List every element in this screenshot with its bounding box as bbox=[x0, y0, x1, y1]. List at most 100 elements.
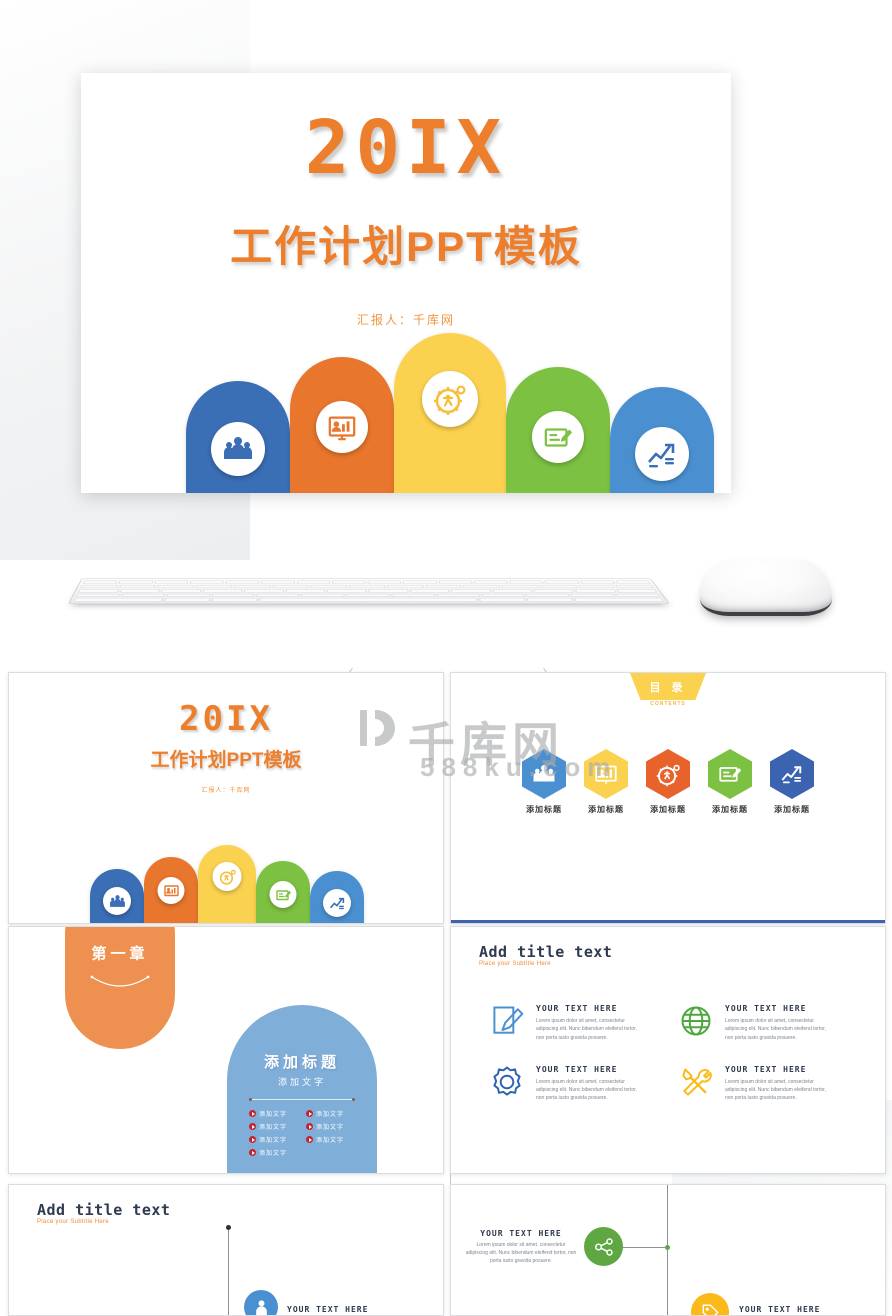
share-icon bbox=[593, 1236, 615, 1258]
cover-bubble-people bbox=[103, 887, 131, 915]
toc-item-2[interactable]: 添加标题 bbox=[583, 749, 629, 815]
timeline-right-bottom-text: YOUR TEXT HERE bbox=[739, 1305, 820, 1314]
toc-item-label: 添加标题 bbox=[769, 804, 815, 815]
timeline-axis bbox=[667, 1185, 668, 1315]
hero-reporter: 汇报人：千库网 bbox=[81, 311, 731, 328]
presentation-chart-icon bbox=[163, 883, 179, 899]
quad-cell[interactable]: YOUR TEXT HERE Lorem ipsum dolor sit ame… bbox=[487, 1062, 676, 1103]
mouse-image bbox=[700, 560, 832, 616]
bullet-item[interactable]: 添加文字 bbox=[249, 1135, 306, 1144]
quad-title: Add title text bbox=[479, 943, 612, 961]
quad-cell[interactable]: YOUR TEXT HERE Lorem ipsum dolor sit ame… bbox=[676, 1001, 865, 1042]
quad-heading: YOUR TEXT HERE bbox=[725, 1065, 830, 1074]
bullet-item[interactable]: 添加文字 bbox=[306, 1109, 363, 1118]
bullet-item[interactable]: 添加文字 bbox=[306, 1122, 363, 1131]
toc-item-1[interactable]: 添加标题 bbox=[521, 749, 567, 815]
timeline-heading: YOUR TEXT HERE bbox=[465, 1229, 577, 1238]
chapter-panel: 添加标题 添加文字 添加文字 添加文字 添加文字 添加文字 添加文字 添加文字 … bbox=[227, 1005, 377, 1174]
presentation-chart-icon bbox=[327, 412, 357, 442]
slide-timeline-right[interactable]: YOUR TEXT HERE Lorem ipsum dolor sit ame… bbox=[450, 1184, 886, 1316]
timeline-heading: YOUR TEXT HERE bbox=[287, 1305, 368, 1314]
slide-chapter[interactable]: 第一章 添加标题 添加文字 添加文字 添加文字 添加文字 添加文字 添加文字 添… bbox=[8, 926, 444, 1174]
cover-arch-people bbox=[90, 869, 144, 923]
cover-arch-edit bbox=[256, 861, 310, 923]
tag-icon bbox=[700, 1302, 721, 1316]
bullet-label: 添加文字 bbox=[259, 1148, 287, 1157]
cover-bubble-growth bbox=[323, 889, 351, 917]
toc-item-label: 添加标题 bbox=[521, 804, 567, 815]
bullet-label: 添加文字 bbox=[316, 1135, 344, 1144]
timeline-right-item-text: YOUR TEXT HERE Lorem ipsum dolor sit ame… bbox=[465, 1229, 577, 1265]
poster-page: 20IX 工作计划PPT模板 汇报人：千库网 bbox=[0, 0, 892, 1300]
arch-bubble-presentation bbox=[316, 401, 368, 453]
timeline-left-item-text: YOUR TEXT HERE bbox=[287, 1305, 368, 1314]
toc-item-3[interactable]: 添加标题 bbox=[645, 749, 691, 815]
toc-item-label: 添加标题 bbox=[645, 804, 691, 815]
timeline-node-icon[interactable] bbox=[244, 1290, 278, 1316]
bullet-label: 添加文字 bbox=[259, 1122, 287, 1131]
arch-bubble-people bbox=[211, 422, 265, 476]
quad-cell[interactable]: YOUR TEXT HERE Lorem ipsum dolor sit ame… bbox=[487, 1001, 676, 1042]
hero-slide-mockup: 20IX 工作计划PPT模板 汇报人：千库网 bbox=[81, 73, 731, 493]
cover-arch-growth bbox=[310, 871, 364, 923]
toc-item-5[interactable]: 添加标题 bbox=[769, 749, 815, 815]
quad-heading: YOUR TEXT HERE bbox=[725, 1004, 830, 1013]
edit-note-icon bbox=[718, 762, 742, 786]
pencil-document-icon bbox=[487, 1001, 527, 1041]
arch-gear-person bbox=[394, 333, 506, 493]
timeline-axis bbox=[228, 1227, 229, 1315]
cover-bubble-edit bbox=[270, 881, 297, 908]
arch-growth bbox=[610, 387, 714, 493]
hero-title: 工作计划PPT模板 bbox=[81, 213, 731, 274]
watermark-logo-icon bbox=[358, 706, 406, 750]
person-icon bbox=[252, 1298, 271, 1316]
arch-bubble-edit bbox=[532, 411, 584, 463]
people-icon bbox=[222, 433, 254, 465]
arch-people bbox=[186, 381, 290, 493]
bullet-label: 添加文字 bbox=[316, 1122, 344, 1131]
bullet-label: 添加文字 bbox=[259, 1135, 287, 1144]
timeline-node-icon-share[interactable] bbox=[584, 1227, 623, 1266]
timeline-node-dot bbox=[226, 1225, 231, 1230]
arch-presentation bbox=[290, 357, 394, 493]
bullet-item[interactable]: 添加文字 bbox=[249, 1148, 306, 1157]
panel-subtitle: 添加文字 bbox=[227, 1075, 377, 1088]
bullet-label: 添加文字 bbox=[259, 1109, 287, 1118]
growth-chart-icon bbox=[780, 762, 804, 786]
quad-cell[interactable]: YOUR TEXT HERE Lorem ipsum dolor sit ame… bbox=[676, 1062, 865, 1103]
cover-arch-presentation bbox=[144, 857, 198, 923]
toc-item-4[interactable]: 添加标题 bbox=[707, 749, 753, 815]
panel-bullet-list: 添加文字 添加文字 添加文字 添加文字 添加文字 添加文字 添加文字 bbox=[249, 1109, 363, 1161]
people-icon bbox=[532, 762, 556, 786]
toc-banner-subtitle: CONTENTS bbox=[451, 701, 885, 707]
chapter-label: 第一章 bbox=[65, 943, 175, 964]
quad-cell-list: YOUR TEXT HERE Lorem ipsum dolor sit ame… bbox=[487, 1001, 865, 1123]
toc-bottom-bar bbox=[451, 920, 885, 923]
edit-note-icon bbox=[543, 422, 573, 452]
quad-body: Lorem ipsum dolor sit amet, consectetur … bbox=[725, 1017, 830, 1042]
cover-bubble-presentation bbox=[158, 877, 185, 904]
hero-year: 20IX bbox=[81, 105, 731, 191]
timeline-heading: YOUR TEXT HERE bbox=[739, 1305, 820, 1314]
cover-reporter: 汇报人：千库网 bbox=[9, 785, 443, 794]
gear-person-icon bbox=[656, 762, 681, 787]
quad-body: Lorem ipsum dolor sit amet, consectetur … bbox=[536, 1078, 641, 1103]
panel-title: 添加标题 bbox=[227, 1051, 377, 1072]
cover-arch-row bbox=[9, 845, 443, 923]
growth-chart-icon bbox=[646, 438, 678, 470]
cover-bubble-gear bbox=[213, 862, 242, 891]
toc-banner: 目 录 bbox=[630, 673, 706, 700]
quad-subtitle: Place your Subtitle Here bbox=[479, 961, 551, 967]
gear-person-icon bbox=[433, 382, 467, 416]
bullet-item[interactable]: 添加文字 bbox=[306, 1135, 363, 1144]
timeline-left-subtitle: Place your Subtitle Here bbox=[37, 1219, 109, 1225]
slide-quad[interactable]: Add title text Place your Subtitle Here … bbox=[450, 926, 886, 1174]
timeline-node-icon-tag[interactable] bbox=[691, 1293, 729, 1316]
slide-toc[interactable]: 目 录 CONTENTS 添加标题 添加标题 添加标题 bbox=[450, 672, 886, 924]
chapter-arch: 第一章 bbox=[65, 926, 175, 1049]
bullet-item[interactable]: 添加文字 bbox=[249, 1109, 306, 1118]
bullet-item[interactable]: 添加文字 bbox=[249, 1122, 306, 1131]
quad-heading: YOUR TEXT HERE bbox=[536, 1065, 641, 1074]
arch-bubble-growth bbox=[635, 427, 689, 481]
slide-timeline-left[interactable]: Add title text Place your Subtitle Here … bbox=[8, 1184, 444, 1316]
